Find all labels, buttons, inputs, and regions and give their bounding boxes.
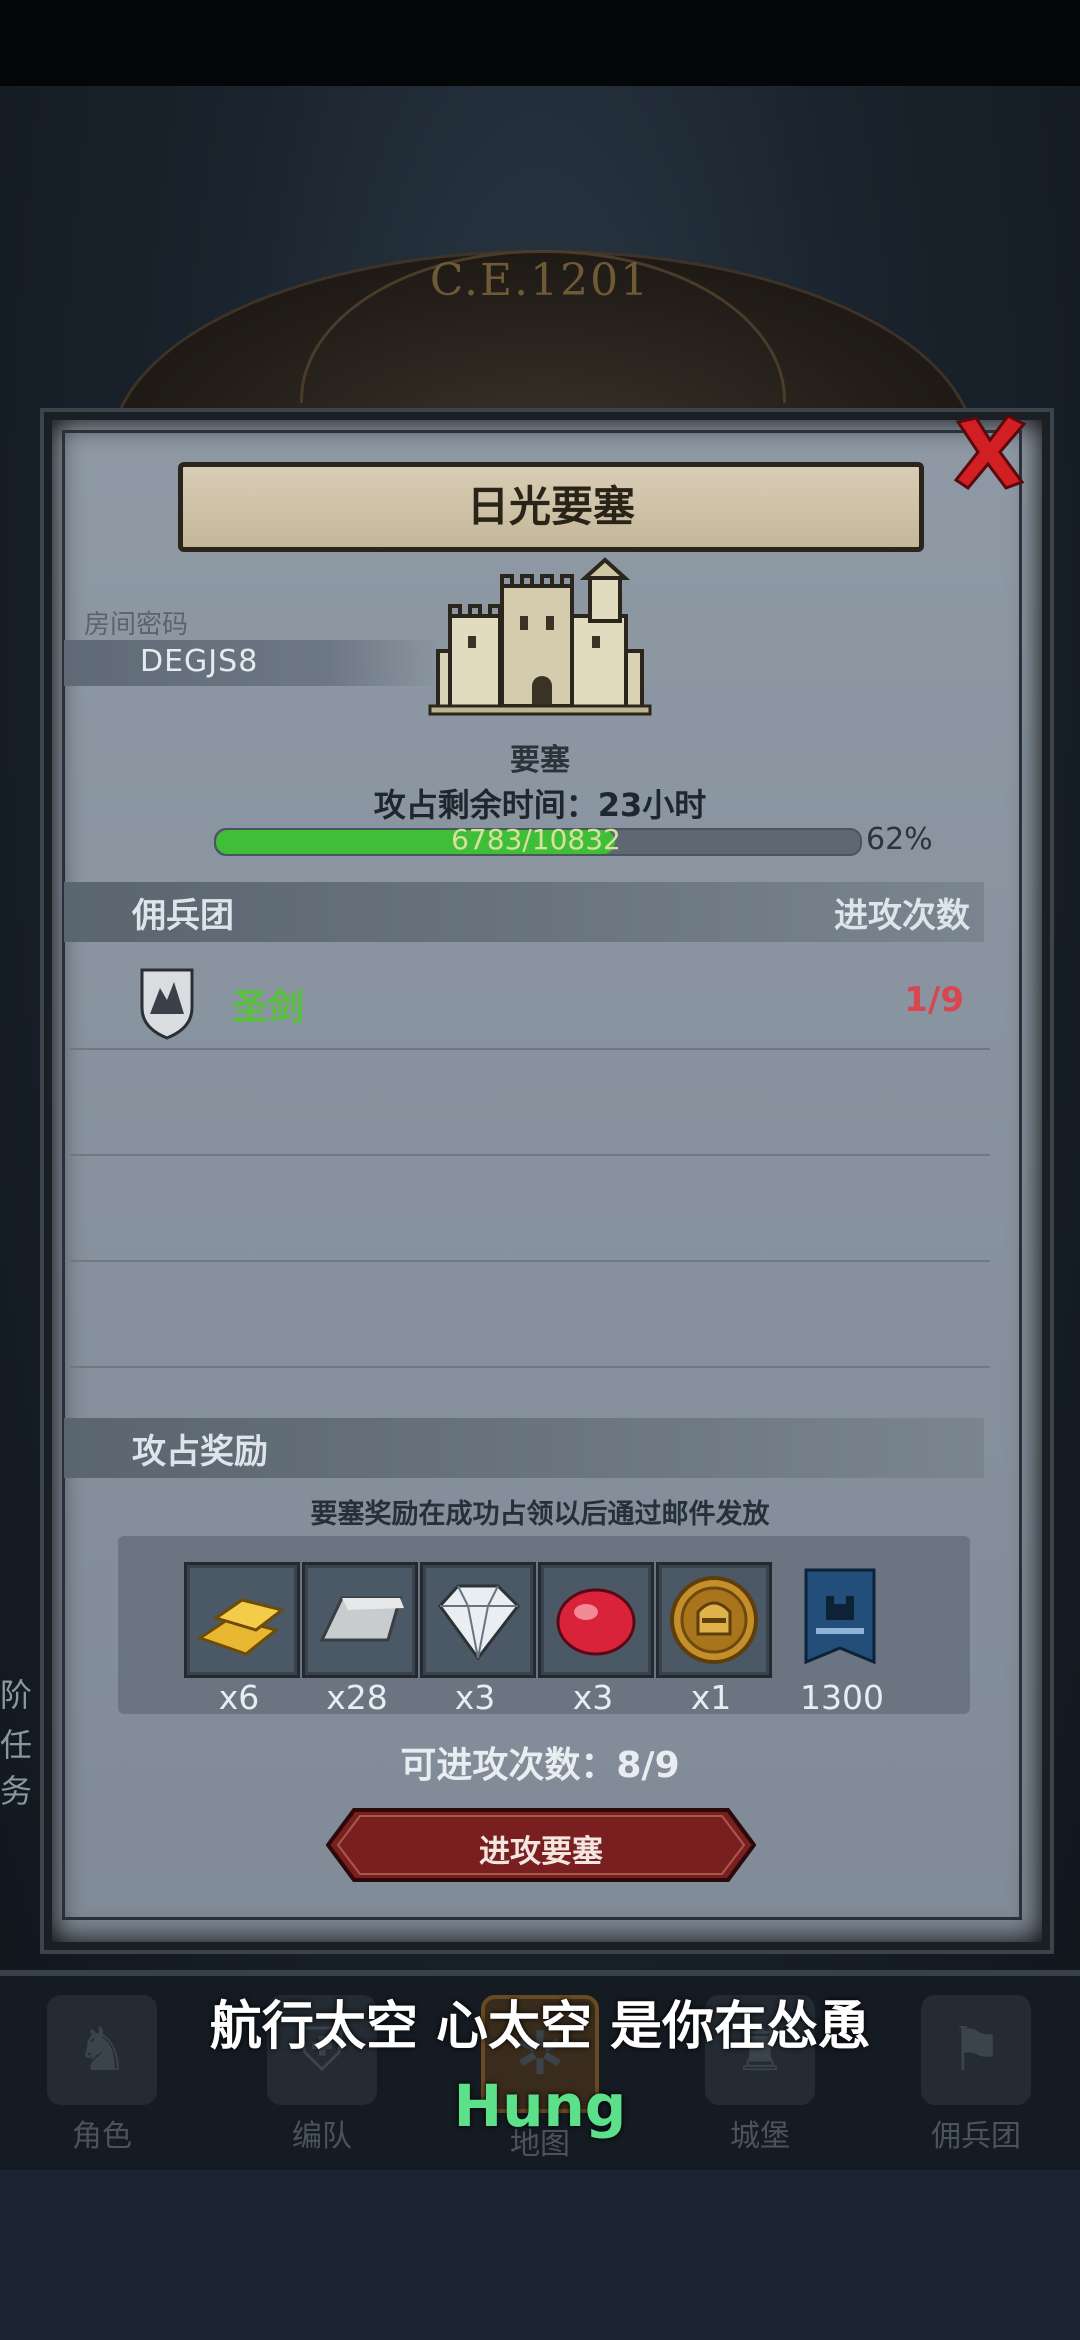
guild-banner-icon xyxy=(804,1568,876,1665)
mercenary-name[interactable]: 圣剑 xyxy=(232,978,304,1030)
reward-slot[interactable] xyxy=(184,1562,300,1678)
reward-count: x3 xyxy=(454,1678,496,1717)
subtitle-chinese: 航行太空 心太空 是你在怂恿 xyxy=(209,1997,871,2057)
side-text-line: 任务 xyxy=(0,1726,33,1810)
reward-count: x3 xyxy=(572,1678,614,1717)
reward-slot[interactable] xyxy=(538,1562,654,1678)
ruby-icon xyxy=(544,1568,648,1672)
reward-slot[interactable] xyxy=(420,1562,536,1678)
side-text-line: 阶 xyxy=(0,1676,33,1714)
reward-count: x6 xyxy=(218,1678,260,1717)
row-divider xyxy=(70,1154,990,1156)
iron-ingot-icon xyxy=(308,1568,412,1672)
panel-title: 日光要塞 xyxy=(178,462,924,552)
fortress-image xyxy=(420,556,660,726)
mercenary-shield-icon xyxy=(138,966,196,1040)
diamond-icon xyxy=(426,1568,530,1672)
row-divider xyxy=(70,1260,990,1262)
reward-count: x1 xyxy=(690,1678,732,1717)
capture-progress-percent: 62% xyxy=(866,822,933,857)
attack-fortress-button-label: 进攻要塞 xyxy=(479,1834,603,1870)
era-label: C.E.1201 xyxy=(429,255,651,306)
status-bar xyxy=(0,0,1080,86)
reward-slot[interactable] xyxy=(790,1566,890,1672)
close-button[interactable] xyxy=(950,412,1030,492)
subtitle-english: Hung xyxy=(453,2072,627,2140)
room-code-label: 房间密码 xyxy=(84,610,189,640)
reward-count: 1300 xyxy=(800,1678,884,1717)
available-attacks: 可进攻次数：8/9 xyxy=(400,1745,680,1786)
time-remaining: 攻占剩余时间：23小时 xyxy=(373,786,707,824)
reward-note: 要塞奖励在成功占领以后通过邮件发放 xyxy=(310,1499,770,1530)
room-code-value[interactable]: DEGJS8 xyxy=(140,644,258,679)
mercenary-section-title: 佣兵团 xyxy=(132,896,234,936)
navigation-area xyxy=(0,2170,1080,2340)
reward-section-title: 攻占奖励 xyxy=(132,1432,268,1472)
close-icon xyxy=(953,414,1027,490)
attack-count-header: 进攻次数 xyxy=(834,896,970,936)
reward-slot[interactable] xyxy=(656,1562,772,1678)
building-label: 要塞 xyxy=(510,743,570,778)
side-task-peek[interactable]: 阶 任务 xyxy=(0,1590,50,1910)
reward-slot[interactable] xyxy=(302,1562,418,1678)
reward-count: x28 xyxy=(326,1678,388,1717)
gold-bar-icon xyxy=(190,1568,294,1672)
helmet-coin-icon xyxy=(662,1568,766,1672)
capture-progress-text: 6783/10832 xyxy=(451,823,621,856)
mercenary-attack-count: 1/9 xyxy=(904,980,964,1020)
row-divider xyxy=(70,1366,990,1368)
row-divider xyxy=(70,1048,990,1050)
